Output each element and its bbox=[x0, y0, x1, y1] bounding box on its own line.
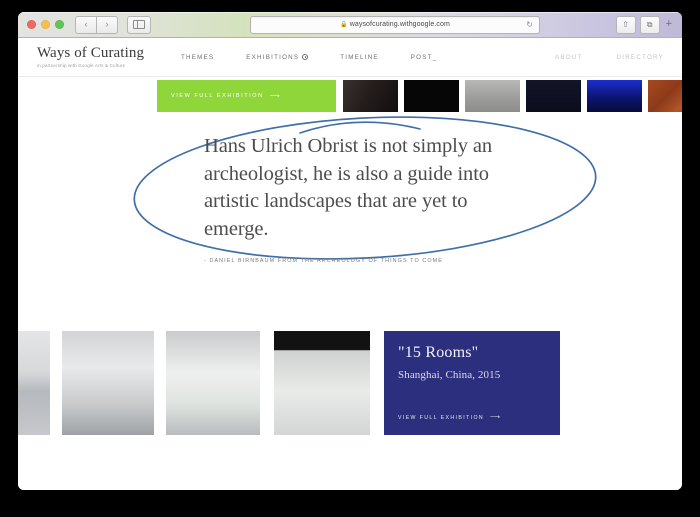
sidebar-icon bbox=[133, 20, 145, 29]
url-text: waysofcurating.withgoogle.com bbox=[349, 21, 450, 28]
toolbar-right-buttons: ⇧ ⧉ + bbox=[615, 15, 674, 34]
card-view-exhibition-button[interactable]: VIEW FULL EXHIBITION ⟶ bbox=[398, 414, 500, 421]
new-tab-button[interactable]: + bbox=[664, 19, 674, 30]
bottom-exhibition-row: "15 Rooms" Shanghai, China, 2015 VIEW FU… bbox=[18, 331, 682, 441]
nav-label-themes: THEMES bbox=[181, 53, 215, 61]
gallery-crowd-thumbnail[interactable] bbox=[18, 331, 50, 435]
reload-icon[interactable]: ↻ bbox=[526, 20, 533, 29]
window-controls bbox=[27, 20, 64, 29]
url-text-wrapper: 🔒 waysofcurating.withgoogle.com bbox=[340, 21, 450, 28]
lock-icon: 🔒 bbox=[340, 22, 348, 28]
browser-window: ‹ › 🔒 waysofcurating.withgoogle.com ↻ ⇧ … bbox=[18, 12, 682, 490]
dark-room-thumbnail[interactable] bbox=[343, 80, 398, 112]
address-bar[interactable]: 🔒 waysofcurating.withgoogle.com ↻ bbox=[250, 15, 540, 34]
nav-item-directory[interactable]: DIRECTORY bbox=[617, 54, 664, 61]
back-button[interactable]: ‹ bbox=[75, 15, 97, 34]
nav-item-themes[interactable]: THEMES bbox=[181, 54, 214, 61]
black-thumbnail[interactable] bbox=[404, 80, 459, 112]
brand-title: Ways of Curating bbox=[37, 44, 145, 61]
show-tabs-button[interactable]: ⧉ bbox=[639, 15, 660, 34]
site-header: Ways of Curating in partnership with Goo… bbox=[18, 38, 682, 77]
nav-label-post: POST_ bbox=[410, 53, 438, 61]
nav-item-about[interactable]: ABOUT bbox=[555, 54, 583, 61]
close-window-button[interactable] bbox=[27, 20, 36, 29]
quote-section: Hans Ulrich Obrist is not simply an arch… bbox=[18, 115, 682, 327]
exhibition-card-subtitle: Shanghai, China, 2015 bbox=[398, 368, 501, 381]
top-cta-label: VIEW FULL EXHIBITION bbox=[171, 93, 264, 99]
maximize-window-button[interactable] bbox=[55, 20, 64, 29]
brand-tagline: in partnership with Google Arts & Cultur… bbox=[37, 63, 126, 69]
top-exhibition-row: VIEW FULL EXHIBITION ⟶ bbox=[18, 77, 682, 115]
forward-button[interactable]: › bbox=[97, 15, 118, 34]
minimize-window-button[interactable] bbox=[41, 20, 50, 29]
site-logo[interactable]: Ways of Curating in partnership with Goo… bbox=[37, 44, 149, 69]
primary-nav: THEMES EXHIBITIONS TIMELINE POST_ bbox=[149, 54, 437, 61]
target-dot-icon bbox=[302, 54, 309, 60]
dark-navy-thumbnail[interactable] bbox=[526, 80, 581, 112]
nav-label-directory: DIRECTORY bbox=[616, 53, 664, 61]
top-view-exhibition-button[interactable]: VIEW FULL EXHIBITION ⟶ bbox=[157, 80, 336, 112]
nav-item-exhibitions[interactable]: EXHIBITIONS bbox=[246, 53, 309, 61]
exhibition-card-title: "15 Rooms" bbox=[398, 344, 479, 361]
browser-toolbar: ‹ › 🔒 waysofcurating.withgoogle.com ↻ ⇧ … bbox=[18, 12, 682, 38]
secondary-nav: ABOUT DIRECTORY bbox=[521, 54, 664, 61]
gray-floor-thumbnail[interactable] bbox=[465, 80, 520, 112]
white-wall-installation-thumbnail[interactable] bbox=[62, 331, 154, 435]
sidebar-toggle-button[interactable] bbox=[127, 15, 151, 34]
nav-label-timeline: TIMELINE bbox=[340, 53, 379, 61]
nav-label-about: ABOUT bbox=[554, 53, 583, 61]
share-button[interactable]: ⇧ bbox=[615, 15, 636, 34]
arrow-right-icon: ⟶ bbox=[490, 414, 501, 421]
glass-panels-thumbnail[interactable] bbox=[274, 331, 370, 435]
top-cta-label-wrapper: VIEW FULL EXHIBITION ⟶ bbox=[171, 93, 280, 100]
arrow-right-icon: ⟶ bbox=[269, 92, 280, 100]
quote-attribution: - DANIEL BIRNBAUM FROM THE ARCHEOLOGY OF… bbox=[204, 257, 443, 264]
top-thumbnail-strip bbox=[343, 80, 682, 112]
quote-content: Hans Ulrich Obrist is not simply an arch… bbox=[204, 133, 524, 264]
corridor-lights-thumbnail[interactable] bbox=[166, 331, 260, 435]
page-content: Ways of Curating in partnership with Goo… bbox=[18, 38, 682, 490]
card-cta-label: VIEW FULL EXHIBITION bbox=[398, 414, 485, 421]
nav-item-post[interactable]: POST_ bbox=[411, 54, 438, 61]
orange-texture-thumbnail[interactable] bbox=[648, 80, 682, 112]
navigation-buttons: ‹ › bbox=[75, 15, 118, 34]
exhibition-card-15-rooms[interactable]: "15 Rooms" Shanghai, China, 2015 VIEW FU… bbox=[384, 331, 560, 435]
quote-text: Hans Ulrich Obrist is not simply an arch… bbox=[204, 135, 493, 241]
nav-label-exhibitions: EXHIBITIONS bbox=[246, 53, 300, 61]
blue-light-thumbnail[interactable] bbox=[587, 80, 642, 112]
nav-item-timeline[interactable]: TIMELINE bbox=[340, 54, 379, 61]
